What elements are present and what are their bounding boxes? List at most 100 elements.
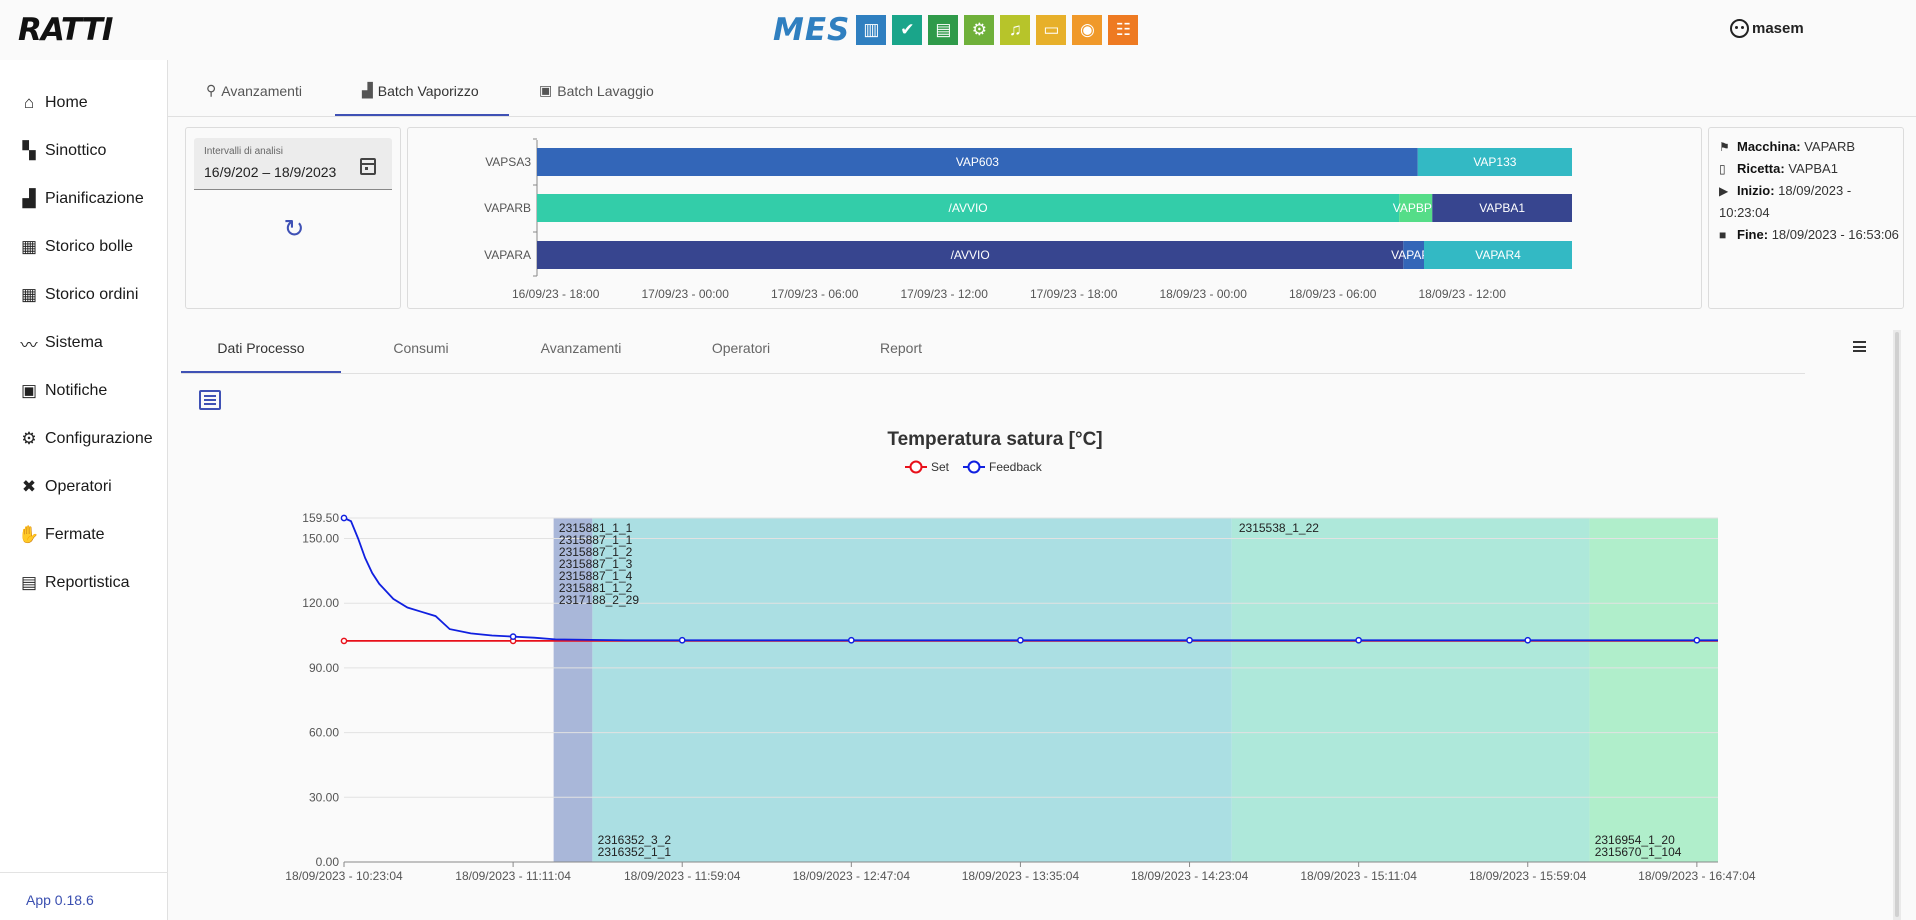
sidebar-item-notifiche[interactable]: ▣ Notifiche: [18, 381, 107, 401]
search-icon: ⚲: [206, 82, 217, 98]
tab-report[interactable]: Report: [821, 340, 981, 356]
pulse-icon: 〰: [20, 335, 38, 355]
sidebar-item-label: Sistema: [45, 334, 103, 351]
sidebar-item-reportistica[interactable]: ▤ Reportistica: [18, 573, 130, 593]
sidebar-item-storico-bolle[interactable]: ▦ Storico bolle: [18, 237, 133, 257]
notification-icon: ▣: [20, 381, 38, 400]
sidebar-item-sinottico[interactable]: ▚ Sinottico: [18, 141, 106, 161]
chart-y-tick-label: 60.00: [309, 726, 339, 740]
series-point-feedback[interactable]: [678, 636, 686, 644]
series-point-feedback[interactable]: [340, 514, 348, 522]
tab-consumi[interactable]: Consumi: [341, 340, 501, 356]
macchina-label: Macchina:: [1737, 139, 1801, 154]
tab-avanzamenti-processo[interactable]: Avanzamenti: [501, 340, 661, 356]
user-menu[interactable]: masem: [1730, 19, 1804, 38]
gantt-x-tick-label: 18/09/23 - 12:00: [1419, 287, 1507, 301]
sidebar-item-label: Sinottico: [45, 142, 107, 159]
eye-icon[interactable]: ◉: [1072, 15, 1103, 45]
bell-icon[interactable]: ♫: [1000, 15, 1031, 45]
legend-item-feedback[interactable]: Feedback: [989, 460, 1043, 474]
hierarchy-icon[interactable]: ☷: [1108, 15, 1139, 45]
ricetta-label: Ricetta:: [1737, 161, 1785, 176]
home-icon: ⌂: [23, 93, 35, 112]
chart-title: Temperatura satura [°C]: [887, 429, 1102, 450]
mes-logo[interactable]: MES: [773, 14, 850, 46]
series-point-feedback[interactable]: [1693, 636, 1701, 644]
chart-x-tick-label: 18/09/2023 - 13:35:04: [962, 869, 1080, 883]
gantt-row-label: VAPARB: [484, 201, 531, 215]
sidebar-item-configurazione[interactable]: ⚙ Configurazione: [18, 429, 153, 449]
chart-x-tick-label: 18/09/2023 - 15:11:04: [1300, 869, 1417, 883]
tab-batch-lavaggio[interactable]: ▣ Batch Lavaggio: [539, 82, 654, 99]
sidebar-item-sistema[interactable]: 〰 Sistema: [18, 333, 103, 355]
gantt-bar-label: VAPBPL: [1393, 201, 1439, 215]
gantt-x-tick-label: 18/09/23 - 00:00: [1160, 287, 1248, 301]
sidebar-item-label: Configurazione: [45, 430, 153, 447]
gantt-bar-label: /AVVIO: [951, 248, 990, 262]
chart-batch-band: [1231, 518, 1590, 862]
refresh-button[interactable]: ↻: [281, 216, 307, 242]
tablet-icon[interactable]: ▭: [1036, 15, 1067, 45]
series-point-feedback[interactable]: [847, 636, 855, 644]
tools-icon: ✖: [21, 477, 37, 496]
gantt-x-tick-label: 18/09/23 - 06:00: [1289, 287, 1377, 301]
series-point-feedback[interactable]: [1355, 636, 1362, 644]
document-icon[interactable]: ▤: [928, 15, 959, 45]
tab-batch-vaporizzo[interactable]: ▟ Batch Vaporizzo: [362, 82, 479, 99]
gantt-x-tick-label: 17/09/23 - 12:00: [901, 287, 989, 301]
map-icon: ▚: [22, 141, 36, 160]
date-range-value[interactable]: 16/9/202 – 18/9/2023: [204, 164, 336, 180]
tab-label: Avanzamenti: [221, 82, 302, 99]
sidebar-item-pianificazione[interactable]: ▟ Pianificazione: [18, 189, 144, 209]
info-fine: ■ Fine: 18/09/2023 - 16:53:06: [1719, 224, 1899, 246]
tabs-divider: [181, 373, 1805, 374]
series-point-feedback[interactable]: [1186, 636, 1193, 644]
sidebar: ⌂ Home ▚ Sinottico ▟ Pianificazione ▦ Storico b…: [0, 60, 168, 920]
sidebar-item-storico-ordini[interactable]: ▦ Storico ordini: [18, 285, 138, 305]
chart-y-tick-label: 150.00: [302, 531, 339, 545]
legend-marker: [967, 460, 981, 474]
date-range-field[interactable]: Intervalli di analisi 16/9/202 – 18/9/20…: [194, 138, 392, 190]
menu-icon[interactable]: [1853, 341, 1866, 352]
batch-annotation: 2315538_1_22: [1239, 521, 1319, 535]
tab-dati-processo[interactable]: Dati Processo: [181, 340, 341, 356]
sidebar-item-operatori[interactable]: ✖ Operatori: [18, 477, 112, 497]
gantt-row-label: VAPARA: [484, 248, 531, 262]
check-circle-icon[interactable]: ✔: [892, 15, 923, 45]
chart-y-tick-label: 0.00: [316, 855, 340, 869]
tab-avanzamenti[interactable]: ⚲ Avanzamenti: [206, 82, 302, 99]
chart-y-tick-label: 120.00: [302, 596, 339, 610]
bars-chart-icon[interactable]: ▥: [856, 15, 887, 45]
sidebar-item-label: Home: [45, 94, 88, 111]
sidebar-item-home[interactable]: ⌂ Home: [18, 93, 88, 113]
gantt-x-tick-label: 17/09/23 - 18:00: [1030, 287, 1118, 301]
chart-x-tick-label: 18/09/2023 - 11:11:04: [455, 869, 571, 883]
app-root: RATTI MES ▥ ✔ ▤ ⚙ ♫ ▭ ◉ ☷ masem ⌂ Home ▚ Sinottico…: [0, 0, 1916, 920]
gantt-card: VAPSA3 VAPARB VAPARA VAP603 VAP133/AVVIO VAPB…: [407, 127, 1702, 309]
app-version: App 0.18.6: [26, 892, 94, 908]
calendar-icon[interactable]: [360, 158, 376, 175]
sidebar-item-label: Storico ordini: [45, 286, 139, 303]
sidebar-item-fermate[interactable]: ✋ Fermate: [18, 525, 104, 545]
tab-operatori[interactable]: Operatori: [661, 340, 821, 356]
series-point-feedback[interactable]: [1524, 636, 1532, 644]
sidebar-divider: [0, 872, 168, 873]
temperature-chart: Temperatura satura [°C] Set Feedback 0.00 30…: [285, 429, 1756, 883]
date-filter-card: Intervalli di analisi 16/9/202 – 18/9/20…: [185, 127, 401, 309]
company-logo[interactable]: RATTI: [18, 12, 113, 48]
info-ricetta: ▯ Ricetta: VAPBA1: [1719, 158, 1899, 180]
book-icon: ▯: [1719, 162, 1726, 176]
gears-icon[interactable]: ⚙: [964, 15, 995, 45]
sidebar-item-label: Storico bolle: [45, 238, 134, 255]
hand-icon: ✋: [18, 525, 40, 544]
legend-item-set[interactable]: Set: [931, 460, 950, 474]
series-point-set[interactable]: [340, 637, 348, 645]
chart-x-tick-label: 18/09/2023 - 10:23:04: [285, 869, 403, 883]
chart-y-tick-label: 90.00: [309, 661, 339, 675]
sidebar-item-label: Pianificazione: [45, 190, 144, 207]
series-point-feedback[interactable]: [1017, 636, 1024, 644]
gear-icon: ⚙: [21, 429, 37, 448]
tab-label: Batch Vaporizzo: [377, 82, 479, 99]
series-point-feedback[interactable]: [509, 633, 517, 640]
mes-module-bar: MES ▥ ✔ ▤ ⚙ ♫ ▭ ◉ ☷: [773, 14, 1144, 46]
